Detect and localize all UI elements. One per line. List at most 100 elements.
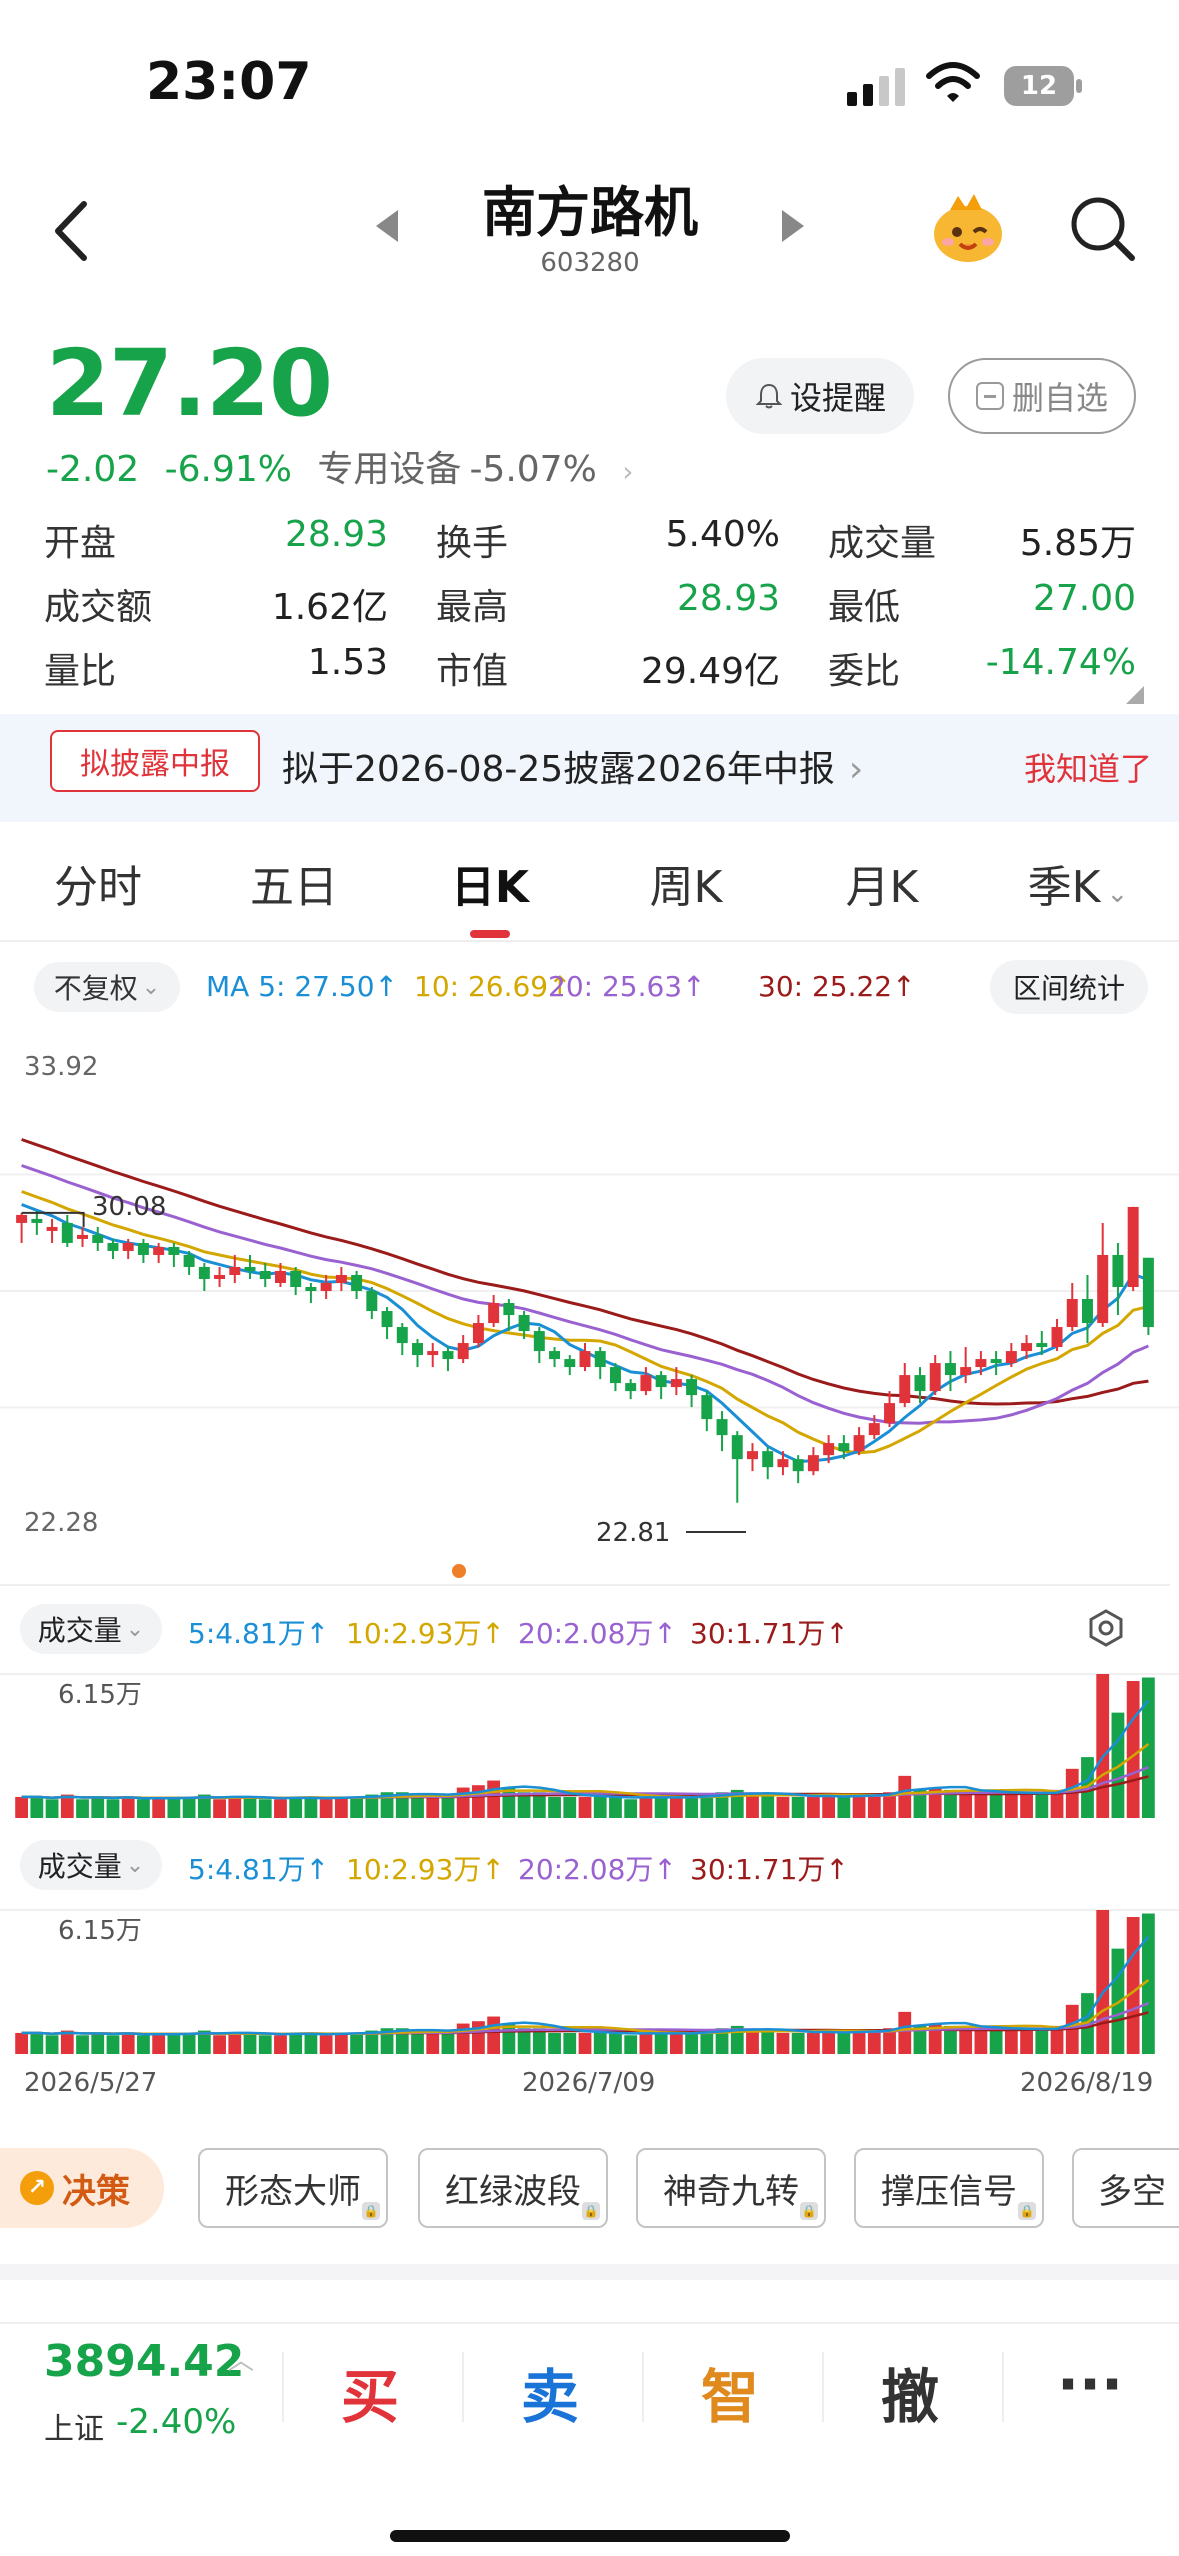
kline-chart[interactable] bbox=[0, 1040, 1179, 1580]
volume-bar bbox=[167, 1796, 181, 1818]
set-alert-button[interactable]: 设提醒 bbox=[726, 358, 914, 434]
tab-quarterly-k[interactable]: 季K ⌄ bbox=[980, 842, 1176, 934]
remove-watchlist-button[interactable]: 删自选 bbox=[948, 358, 1136, 434]
volume-bar bbox=[289, 2032, 303, 2054]
volume-bar bbox=[639, 1796, 653, 1818]
chevron-up-icon[interactable]: ︿ bbox=[228, 2340, 254, 2377]
tab-monthly-k[interactable]: 月K bbox=[784, 842, 980, 934]
arrow-up-icon: ↑ bbox=[892, 970, 916, 1003]
ma5-legend: MA 5: 27.50↑ bbox=[206, 970, 398, 1003]
settings-icon[interactable] bbox=[1086, 1608, 1126, 1648]
candle-body bbox=[594, 1351, 606, 1368]
candle-body bbox=[655, 1375, 667, 1388]
candle-body bbox=[731, 1435, 743, 1460]
candle-body bbox=[153, 1246, 165, 1255]
stats-grid: 开盘 28.93 换手 5.40% 成交量 5.85万 成交额 1.62亿 最高 28.9… bbox=[44, 508, 1136, 700]
volume-bar bbox=[487, 1780, 501, 1818]
volume-bar bbox=[304, 1796, 318, 1818]
notice-dismiss-button[interactable]: 我知道了 bbox=[1024, 744, 1152, 790]
status-time: 23:07 bbox=[146, 52, 312, 112]
tab-weekly-k[interactable]: 周K bbox=[588, 842, 784, 934]
volume-chart[interactable] bbox=[0, 1904, 1179, 2060]
ma30-legend: 30: 25.22↑ bbox=[758, 970, 916, 1003]
candle-body bbox=[533, 1331, 545, 1352]
volume-bar bbox=[76, 1799, 89, 1818]
tool-pattern-master[interactable]: 形态大师 🔒 bbox=[198, 2148, 388, 2228]
decision-button[interactable]: ↗ 决策 bbox=[0, 2148, 164, 2228]
sector-name[interactable]: 专用设备 bbox=[317, 449, 461, 490]
volume-bar bbox=[867, 2030, 881, 2054]
prev-arrow-icon[interactable] bbox=[372, 208, 402, 244]
index-value[interactable]: 3894.42 bbox=[44, 2336, 244, 2387]
volume-select[interactable]: 成交量 ⌄ bbox=[20, 1604, 162, 1654]
expand-corner-icon[interactable] bbox=[1126, 686, 1144, 704]
volume-bar bbox=[1004, 1792, 1018, 1818]
index-name: 上证 bbox=[44, 2412, 104, 2447]
ma10-line bbox=[21, 1190, 1149, 1455]
volume-bar bbox=[654, 2032, 668, 2054]
volume-bar bbox=[258, 1799, 272, 1818]
stat-value: -14.74% bbox=[985, 642, 1136, 683]
tab-intraday[interactable]: 分时 bbox=[0, 842, 196, 934]
volume-bar bbox=[609, 2032, 622, 2054]
buy-button[interactable]: 买 bbox=[290, 2350, 450, 2434]
sector-pct[interactable]: -5.07% bbox=[469, 449, 596, 490]
cancel-order-button[interactable]: 撤 bbox=[830, 2350, 990, 2434]
mascot-icon[interactable] bbox=[928, 188, 1008, 268]
candle-body bbox=[427, 1351, 439, 1356]
sell-button[interactable]: 卖 bbox=[470, 2350, 630, 2434]
volume-bar bbox=[563, 1796, 577, 1818]
volume-bar bbox=[822, 2030, 836, 2054]
volume-label: 成交量 bbox=[37, 1850, 122, 1883]
back-icon[interactable] bbox=[44, 196, 100, 266]
candle-body bbox=[503, 1303, 515, 1316]
volume-bar bbox=[1096, 1674, 1110, 1818]
stat-label: 市值 bbox=[436, 651, 509, 692]
tool-long-short[interactable]: 多空 bbox=[1072, 2148, 1179, 2228]
candle-body bbox=[792, 1459, 804, 1472]
search-icon[interactable] bbox=[1064, 190, 1140, 266]
volume-bar bbox=[654, 1796, 668, 1818]
candle-body bbox=[229, 1266, 241, 1275]
candle-body bbox=[183, 1254, 195, 1267]
volume-label: 成交量 bbox=[37, 1614, 122, 1647]
chevron-right-icon[interactable]: › bbox=[622, 455, 633, 488]
candle-body bbox=[168, 1246, 180, 1255]
candle-body bbox=[1127, 1206, 1139, 1287]
event-dot[interactable] bbox=[452, 1564, 466, 1578]
tool-label: 形态大师 bbox=[225, 2171, 361, 2212]
divider bbox=[642, 2352, 644, 2422]
volume-bar bbox=[593, 2032, 607, 2054]
volume-bar bbox=[791, 1796, 805, 1818]
next-arrow-icon[interactable] bbox=[778, 208, 808, 244]
candle-body bbox=[214, 1274, 226, 1279]
smart-button[interactable]: 智 bbox=[650, 2350, 810, 2434]
divider bbox=[0, 2322, 1179, 2324]
tab-five-day[interactable]: 五日 bbox=[196, 842, 392, 934]
volume-bar bbox=[30, 2032, 44, 2054]
tool-support-resistance[interactable]: 撑压信号 🔒 bbox=[854, 2148, 1044, 2228]
candle-body bbox=[244, 1266, 256, 1271]
vol-ma5: 5:4.81万↑ bbox=[188, 1853, 330, 1886]
adjust-select[interactable]: 不复权 ⌄ bbox=[34, 962, 180, 1012]
price-max-label: 33.92 bbox=[24, 1052, 99, 1082]
volume-bar bbox=[791, 2032, 805, 2054]
vol-ma20-line bbox=[21, 1766, 1149, 1800]
more-button[interactable]: ··· bbox=[1010, 2350, 1170, 2418]
range-stats-button[interactable]: 区间统计 bbox=[990, 960, 1148, 1014]
volume-bar bbox=[746, 2030, 759, 2054]
volume-bar bbox=[1126, 1917, 1140, 2054]
candle-body bbox=[609, 1367, 621, 1384]
tab-daily-k[interactable]: 日K bbox=[392, 842, 588, 938]
candle-body bbox=[716, 1419, 728, 1436]
volume-bar bbox=[578, 2032, 592, 2054]
volume-select[interactable]: 成交量 ⌄ bbox=[20, 1840, 162, 1890]
volume-bar bbox=[563, 2032, 577, 2054]
volume-chart[interactable] bbox=[0, 1668, 1179, 1824]
volume-bar bbox=[989, 1794, 1003, 1818]
tool-red-green-wave[interactable]: 红绿波段 🔒 bbox=[418, 2148, 608, 2228]
notice-text[interactable]: 拟于2026-08-25披露2026年中报 › bbox=[282, 740, 863, 792]
volume-bar bbox=[578, 1796, 592, 1818]
vol-ma20: 20:2.08万↑ bbox=[518, 1853, 677, 1886]
tool-magic-nine[interactable]: 神奇九转 🔒 bbox=[636, 2148, 826, 2228]
